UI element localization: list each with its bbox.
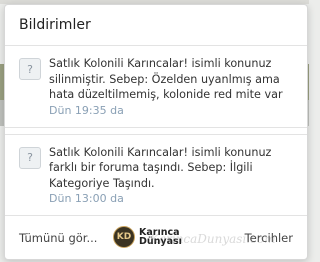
popup-title: Bildirimler [19, 17, 91, 33]
question-icon: ? [19, 58, 41, 80]
notifications-popup: Bildirimler ? Satlık Kolonili Karıncalar… [4, 4, 308, 260]
logo-badge: KD [113, 226, 135, 248]
notification-item[interactable]: ? Satlık Kolonili Karıncalar! isimli kon… [5, 46, 307, 128]
notification-time: Dün 19:35 da [49, 103, 124, 117]
notification-text[interactable]: Satlık Kolonili Karıncalar! isimli konun… [49, 56, 297, 103]
notification-list: ? Satlık Kolonili Karıncalar! isimli kon… [5, 46, 307, 216]
question-icon: ? [19, 146, 41, 169]
notification-time: Dün 13:00 da [49, 192, 124, 205]
notification-item[interactable]: ? Satlık Kolonili Karıncalar! isimli kon… [5, 133, 307, 216]
watermark: KarincaDunyasi.com [150, 232, 276, 246]
notification-text[interactable]: Satlık Kolonili Karıncalar! isimli konun… [49, 145, 297, 192]
popup-header: Bildirimler [5, 5, 307, 46]
see-all-link[interactable]: Tümünü gör... [19, 231, 97, 245]
